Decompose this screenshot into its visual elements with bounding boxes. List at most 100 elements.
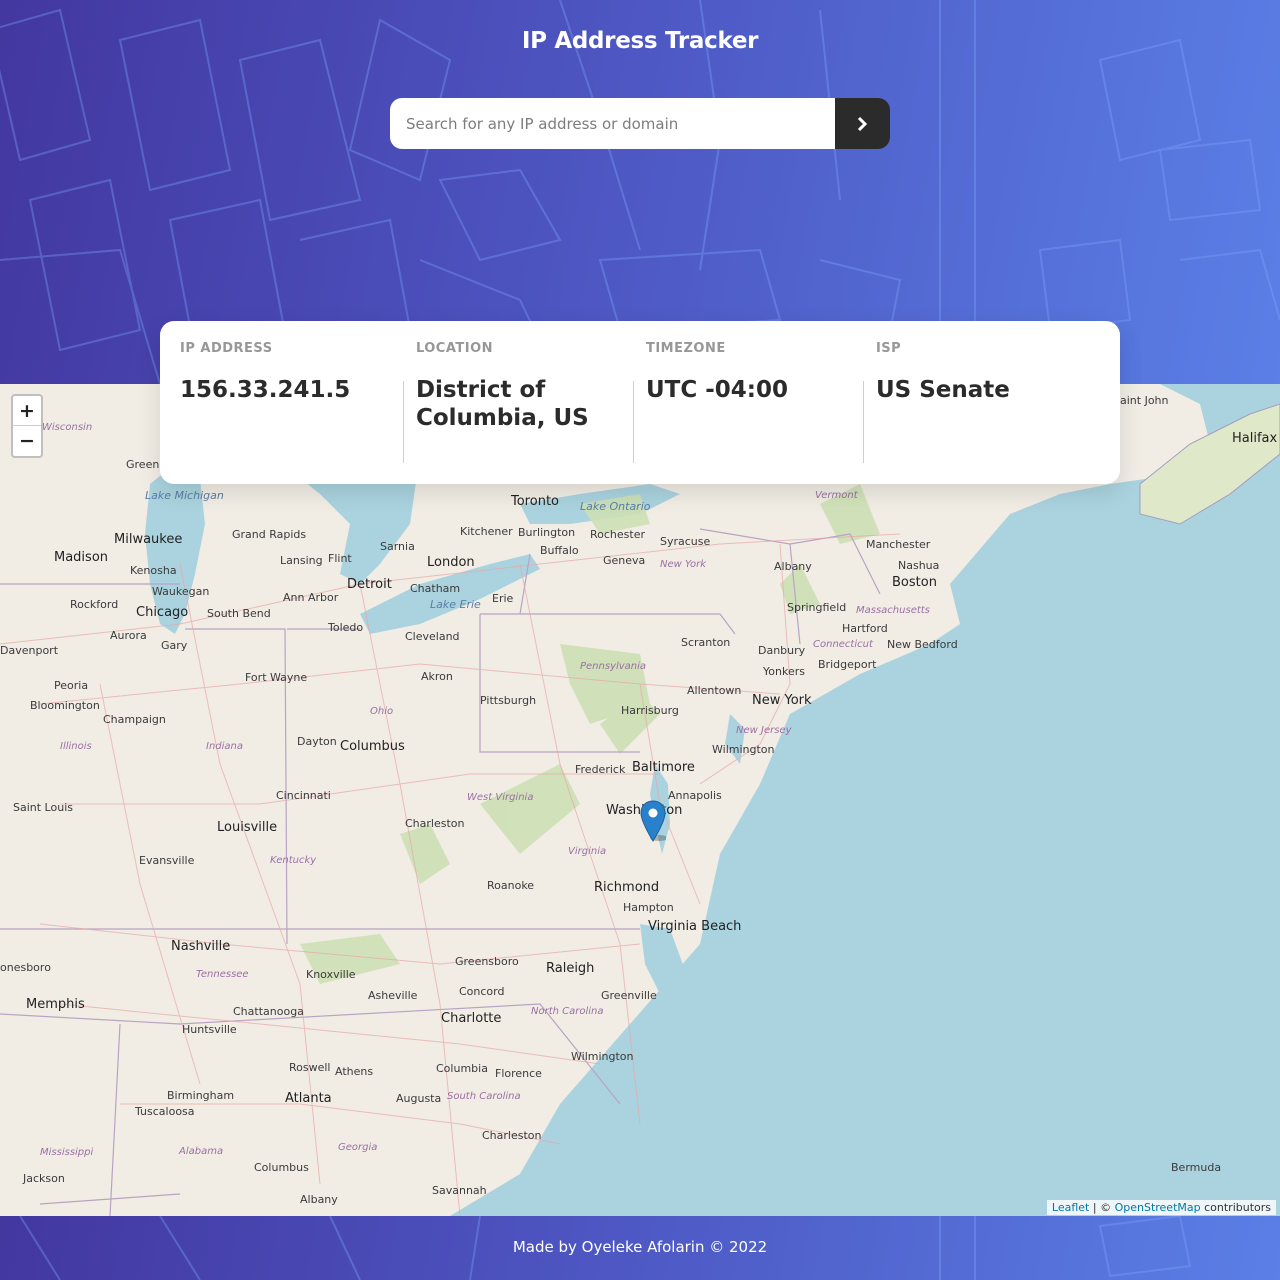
map-label: Mississippi: [40, 1147, 94, 1158]
map-label: Lake Michigan: [145, 489, 224, 502]
map[interactable]: Wisconsin Green Bay Lake Michigan Milwau…: [0, 384, 1280, 1216]
map-label: Flint: [328, 552, 352, 565]
map-label: Allentown: [687, 684, 742, 697]
map-label: Virginia Beach: [648, 919, 742, 934]
ip-info-card: IP ADDRESS 156.33.241.5 LOCATION Distric…: [160, 321, 1120, 484]
map-label: Saint Louis: [13, 801, 73, 814]
map-label: Lake Ontario: [580, 500, 651, 513]
isp-label: ISP: [875, 341, 902, 356]
map-label: Detroit: [347, 577, 392, 592]
map-label: Albany: [774, 560, 812, 573]
map-label: Savannah: [432, 1184, 487, 1197]
pamlico-sound: [640, 924, 690, 994]
map-label: Hampton: [623, 901, 674, 914]
map-label: New Bedford: [887, 638, 958, 651]
map-label: Madison: [54, 550, 109, 565]
map-label: Kitchener: [460, 525, 513, 538]
zoom-in-button[interactable]: +: [13, 396, 41, 426]
map-label: Jackson: [23, 1172, 65, 1185]
map-label: Roswell: [289, 1061, 331, 1074]
map-label: London: [427, 555, 475, 570]
map-label: Bloomington: [30, 699, 100, 712]
map-label: Chatham: [410, 582, 461, 595]
map-label: Lansing: [280, 554, 323, 567]
map-label: Greenville: [601, 989, 657, 1002]
map-label: Augusta: [396, 1092, 442, 1105]
map-label: South Bend: [207, 607, 271, 620]
map-label: Alabama: [179, 1146, 224, 1157]
map-label: Greensboro: [455, 955, 519, 968]
map-label: Nashua: [898, 559, 940, 572]
map-label: Huntsville: [182, 1023, 237, 1036]
attribution-separator: | ©: [1089, 1201, 1115, 1214]
map-label: Boston: [892, 575, 937, 590]
search-input[interactable]: [390, 98, 835, 149]
map-label: Albany: [300, 1193, 338, 1206]
map-label: Annapolis: [668, 789, 722, 802]
map-label: Chicago: [136, 605, 189, 620]
map-label: Kenosha: [130, 564, 177, 577]
map-label: Asheville: [368, 989, 418, 1002]
leaflet-link[interactable]: Leaflet: [1052, 1201, 1089, 1214]
map-label: Pittsburgh: [480, 694, 537, 707]
map-label: New Jersey: [736, 725, 792, 736]
map-label: South Carolina: [447, 1091, 521, 1102]
map-label: onesboro: [0, 961, 51, 974]
osm-link[interactable]: OpenStreetMap: [1115, 1201, 1201, 1214]
chevron-right-icon: [857, 116, 868, 131]
map-label: Harrisburg: [621, 704, 679, 717]
map-label: Fort Wayne: [245, 671, 308, 684]
map-label: Buffalo: [540, 544, 579, 557]
map-label: Connecticut: [813, 639, 873, 650]
map-label: Kentucky: [270, 855, 317, 866]
footer: Made by Oyeleke Afolarin © 2022: [0, 1216, 1280, 1280]
map-label: Milwaukee: [114, 532, 183, 547]
map-label: Geneva: [603, 554, 646, 567]
footer-credit: Made by Oyeleke Afolarin © 2022: [512, 1238, 768, 1256]
map-label: Massachusetts: [856, 605, 930, 616]
location-panel: LOCATION District of Columbia, US: [402, 341, 640, 484]
map-label: Davenport: [0, 644, 59, 657]
map-label: Hartford: [842, 622, 888, 635]
map-label: Wilmington: [571, 1050, 634, 1063]
map-label: Charleston: [482, 1129, 542, 1142]
map-label: Athens: [335, 1065, 374, 1078]
map-label: Raleigh: [546, 961, 595, 976]
zoom-out-button[interactable]: −: [13, 426, 41, 456]
location-label: LOCATION: [415, 341, 494, 356]
map-label: Indiana: [206, 741, 244, 752]
isp-value: US Senate: [875, 377, 1010, 403]
zoom-control: + −: [11, 394, 43, 458]
timezone-value: UTC -04:00: [645, 377, 788, 403]
map-label: Akron: [421, 670, 453, 683]
map-label: Columbus: [254, 1161, 309, 1174]
map-label: Gary: [161, 639, 188, 652]
map-label: Rochester: [590, 528, 645, 541]
map-label: Wilmington: [712, 743, 775, 756]
map-label: Columbia: [436, 1062, 488, 1075]
map-label: Louisville: [217, 820, 278, 835]
map-label: Wisconsin: [42, 422, 93, 433]
map-label: Champaign: [103, 713, 166, 726]
map-label: Birmingham: [167, 1089, 235, 1102]
ip-address-value: 156.33.241.5: [180, 377, 351, 403]
map-label: West Virginia: [467, 792, 534, 803]
map-label: Dayton: [297, 735, 337, 748]
map-label: Columbus: [340, 739, 405, 754]
map-label: Sarnia: [380, 540, 415, 553]
map-label: Cleveland: [405, 630, 460, 643]
ip-address-panel: IP ADDRESS 156.33.241.5: [180, 341, 410, 484]
timezone-label: TIMEZONE: [645, 341, 726, 356]
map-label: Scranton: [681, 636, 731, 649]
ip-address-label: IP ADDRESS: [180, 341, 273, 356]
map-label: New York: [660, 559, 707, 570]
map-label: Atlanta: [285, 1091, 332, 1106]
map-label: Concord: [459, 985, 505, 998]
map-label: Bridgeport: [818, 658, 877, 671]
search-button[interactable]: [835, 98, 890, 149]
map-label: Charlotte: [441, 1011, 502, 1026]
search-form: [390, 98, 890, 149]
map-label: Bermuda: [1171, 1161, 1222, 1174]
location-marker-icon[interactable]: [640, 800, 666, 842]
map-label: Frederick: [575, 763, 626, 776]
